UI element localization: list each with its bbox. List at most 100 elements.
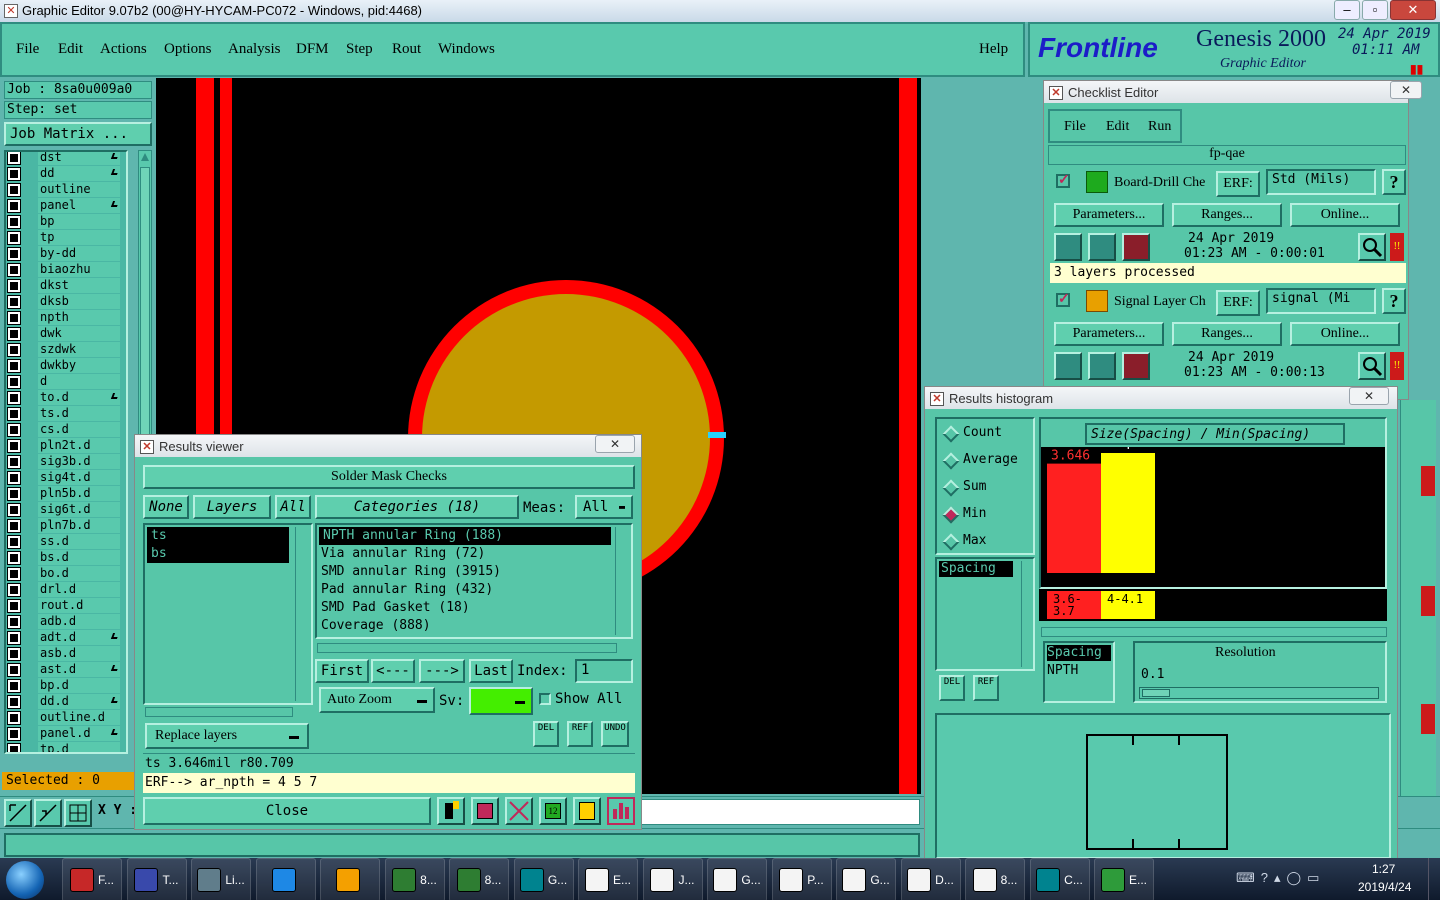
taskbar-app-button[interactable] (320, 858, 380, 900)
layer-name[interactable]: pln5b.d (38, 486, 120, 501)
layer-name[interactable]: tp (38, 230, 120, 245)
radio-max[interactable] (942, 533, 960, 551)
layer-row[interactable]: panel (6, 198, 121, 214)
layer-checkbox[interactable] (7, 215, 21, 229)
taskbar-app-button[interactable]: G... (836, 858, 896, 900)
rv-layer-scrollbar[interactable] (295, 527, 309, 701)
ignore-icon[interactable] (505, 797, 533, 825)
layer-checkbox[interactable] (7, 391, 21, 405)
layer-row[interactable]: outline.d (6, 710, 121, 726)
taskbar-app-button[interactable]: D... (900, 858, 961, 900)
next-button[interactable]: ---> (419, 659, 465, 683)
taskbar-app-button[interactable]: G... (513, 858, 574, 900)
layer-row[interactable]: ast.d (6, 662, 121, 678)
checklist-item-2-parameters[interactable]: Parameters... (1054, 322, 1164, 346)
radio-average[interactable] (942, 452, 960, 470)
checklist-item-1-erf[interactable]: Std (Mils) (1266, 169, 1376, 195)
layer-row[interactable]: adb.d (6, 614, 121, 630)
meas-dropdown[interactable]: All ▬ (575, 495, 633, 519)
run-all-icon[interactable] (1088, 352, 1116, 380)
option-count[interactable]: Count (963, 425, 1002, 440)
layer-name[interactable]: by-dd (38, 246, 120, 261)
layer-name[interactable]: ss.d (38, 534, 120, 549)
rv-del-button[interactable]: DEL (533, 721, 559, 747)
rv-undo-button[interactable]: UNDO (601, 721, 629, 747)
rv-ref-button[interactable]: REF (567, 721, 593, 747)
layer-checkbox[interactable] (7, 679, 21, 693)
layer-checkbox[interactable] (7, 199, 21, 213)
layer-name[interactable]: ts.d (38, 406, 120, 421)
layer-checkbox[interactable] (7, 631, 21, 645)
layer-row[interactable]: bs.d (6, 550, 121, 566)
job-matrix-button[interactable]: Job Matrix ... (4, 122, 152, 146)
layer-row[interactable]: to.d (6, 390, 121, 406)
layer-checkbox[interactable] (7, 407, 21, 421)
radio-count[interactable] (942, 425, 960, 443)
menu-analysis[interactable]: Analysis (228, 41, 281, 58)
menu-actions[interactable]: Actions (100, 41, 147, 58)
menu-step[interactable]: Step (346, 41, 373, 58)
menu-rout[interactable]: Rout (392, 41, 421, 58)
layer-name[interactable]: bo.d (38, 566, 120, 581)
results-viewer-close-icon[interactable]: ✕ (595, 435, 635, 453)
layer-checkbox[interactable] (7, 423, 21, 437)
layer-row[interactable]: panel.d (6, 726, 121, 742)
checklist-item-1-online[interactable]: Online... (1290, 203, 1400, 227)
option-average[interactable]: Average (963, 452, 1018, 467)
layer-row[interactable]: dst (6, 152, 121, 166)
layer-checkbox[interactable] (7, 231, 21, 245)
layer-name[interactable]: cs.d (38, 422, 120, 437)
layer-checkbox[interactable] (7, 503, 21, 517)
taskbar-app-button[interactable]: C... (1029, 858, 1090, 900)
rv-category-scrollbar[interactable] (615, 527, 629, 635)
type-list-item[interactable]: Spacing (939, 561, 1013, 577)
last-button[interactable]: Last (469, 659, 513, 683)
layer-row[interactable]: pln2t.d (6, 438, 121, 454)
layer-checkbox[interactable] (7, 167, 21, 181)
layer-checkbox[interactable] (7, 152, 21, 165)
start-button[interactable] (6, 861, 44, 899)
rv-category-item[interactable]: SMD annular Ring (3915) (317, 563, 631, 581)
rv-layer-hscroll[interactable] (145, 707, 293, 717)
taskbar-app-button[interactable]: 8... (965, 858, 1025, 900)
layer-name[interactable]: bp.d (38, 678, 120, 693)
layer-row[interactable]: dksb (6, 294, 121, 310)
zoom-icon[interactable] (1358, 352, 1386, 380)
layer-name[interactable]: d (38, 374, 120, 389)
layer-name[interactable]: szdwk (38, 342, 120, 357)
taskbar-app-button[interactable]: 8... (449, 858, 509, 900)
layer-name[interactable]: outline.d (38, 710, 120, 725)
histogram-icon[interactable] (607, 797, 635, 825)
histogram-bar[interactable] (1047, 463, 1101, 573)
rv-category-hscroll[interactable] (317, 643, 617, 653)
layer-row[interactable]: rout.d (6, 598, 121, 614)
layer-checkbox[interactable] (7, 471, 21, 485)
layer-name[interactable]: dksb (38, 294, 120, 309)
layer-checkbox[interactable] (7, 743, 21, 752)
stop-icon[interactable] (1122, 352, 1150, 380)
goto-icon[interactable] (471, 797, 499, 825)
checklist-close-button[interactable]: ✕ (1390, 81, 1422, 99)
chart-hscroll[interactable] (1041, 627, 1387, 637)
layer-row[interactable]: sig4t.d (6, 470, 121, 486)
layer-name[interactable]: dst (38, 152, 120, 165)
rv-category-item[interactable]: Coverage (888) (317, 617, 631, 635)
rv-category-item[interactable]: Pad annular Ring (432) (317, 581, 631, 599)
layer-name[interactable]: drl.d (38, 582, 120, 597)
layer-row[interactable]: npth (6, 310, 121, 326)
taskbar-app-button[interactable]: Li... (191, 858, 251, 900)
all-layers-button[interactable]: All (275, 495, 311, 519)
checklist-item-1-parameters[interactable]: Parameters... (1054, 203, 1164, 227)
checklist-item-1-help-button[interactable]: ? (1382, 169, 1406, 195)
taskbar-app-button[interactable]: 8... (384, 858, 445, 900)
layer-checkbox[interactable] (7, 647, 21, 661)
checklist-menu-edit[interactable]: Edit (1106, 119, 1129, 135)
taskbar-app-button[interactable]: F... (62, 858, 122, 900)
layer-row[interactable]: drl.d (6, 582, 121, 598)
checklist-item-1-check[interactable]: ✓ (1056, 174, 1070, 188)
histogram-ref-button[interactable]: REF (973, 675, 999, 701)
index-input[interactable]: 1 (575, 659, 633, 683)
layer-name[interactable]: dwkby (38, 358, 120, 373)
close-button[interactable]: Close (143, 797, 431, 825)
layer-checkbox[interactable] (7, 455, 21, 469)
